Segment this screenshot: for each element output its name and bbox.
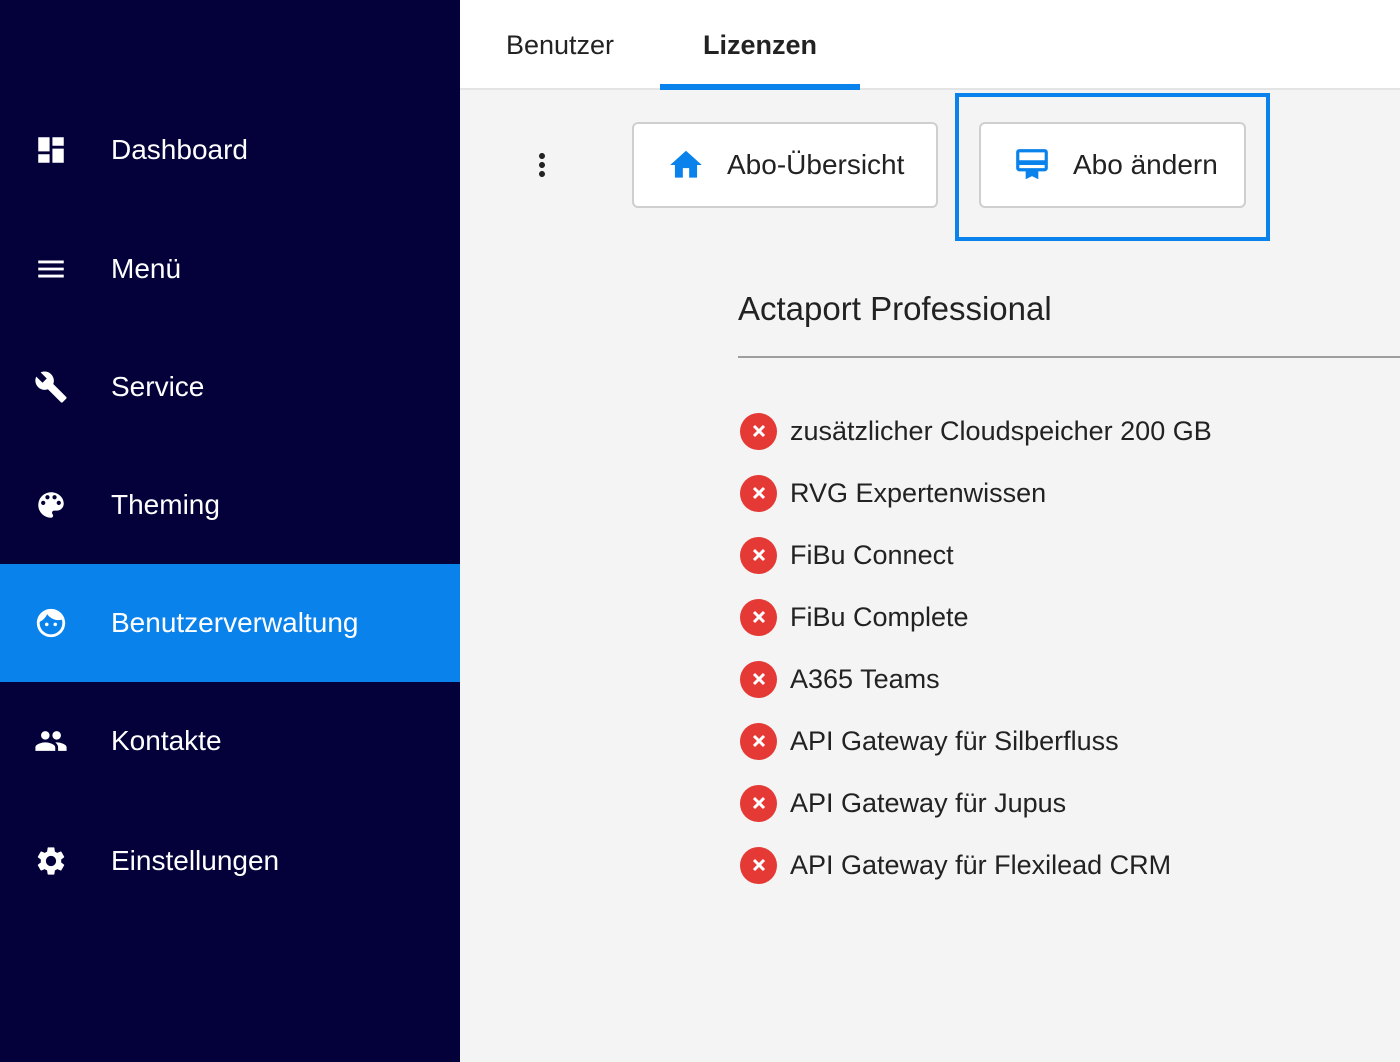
list-item: A365 Teams — [740, 648, 1380, 710]
sidebar-item-label: Kontakte — [111, 725, 222, 756]
sidebar-item-label: Benutzerverwaltung — [111, 607, 359, 638]
feature-label: API Gateway für Jupus — [790, 787, 1067, 818]
list-item: FiBu Connect — [740, 524, 1380, 586]
feature-label: RVG Expertenwissen — [790, 477, 1047, 508]
more-vertical-icon[interactable] — [524, 145, 560, 185]
excluded-icon — [740, 536, 777, 574]
list-item: zusätzlicher Cloudspeicher 200 GB — [740, 400, 1380, 462]
home-icon — [667, 146, 705, 184]
active-tab-indicator — [660, 84, 860, 90]
sidebar-item-theming[interactable]: Theming — [0, 446, 460, 564]
excluded-icon — [740, 474, 777, 512]
wrench-icon — [34, 370, 68, 404]
feature-label: A365 Teams — [790, 663, 940, 694]
sidebar-item-label: Einstellungen — [111, 845, 280, 876]
list-item: API Gateway für Jupus — [740, 772, 1380, 834]
excluded-icon — [740, 722, 777, 760]
menu-icon — [34, 252, 68, 286]
sidebar-item-label: Theming — [111, 489, 220, 520]
tab-bar: Benutzer Lizenzen — [460, 0, 1400, 90]
tab-lizenzen[interactable]: Lizenzen — [660, 0, 860, 90]
list-item: FiBu Complete — [740, 586, 1380, 648]
tab-label: Benutzer — [505, 29, 615, 60]
feature-label: API Gateway für Silberfluss — [790, 725, 1119, 756]
sidebar: Dashboard Menü Service Theming Benutzerv… — [0, 0, 460, 1062]
abo-overview-button[interactable]: Abo-Übersicht — [632, 122, 938, 208]
sidebar-item-service[interactable]: Service — [0, 328, 460, 446]
excluded-icon — [740, 660, 777, 698]
abo-change-button[interactable]: Abo ändern — [979, 122, 1246, 208]
list-item: API Gateway für Flexilead CRM — [740, 834, 1380, 896]
people-icon — [34, 724, 68, 758]
sidebar-item-menu[interactable]: Menü — [0, 210, 460, 328]
divider — [738, 356, 1400, 358]
certificate-icon — [1013, 146, 1051, 184]
sidebar-item-dashboard[interactable]: Dashboard — [0, 91, 460, 209]
user-face-icon — [34, 606, 68, 640]
excluded-icon — [740, 412, 777, 450]
button-label: Abo ändern — [1073, 149, 1218, 180]
sidebar-item-label: Menü — [111, 253, 182, 284]
tab-label: Lizenzen — [702, 29, 817, 60]
feature-label: API Gateway für Flexilead CRM — [790, 849, 1172, 880]
tab-benutzer[interactable]: Benutzer — [460, 0, 660, 90]
dashboard-icon — [34, 133, 68, 167]
sidebar-item-einstellungen[interactable]: Einstellungen — [0, 802, 460, 920]
sidebar-item-label: Dashboard — [111, 134, 248, 165]
palette-icon — [34, 488, 68, 522]
excluded-icon — [740, 598, 777, 636]
list-item: RVG Expertenwissen — [740, 462, 1380, 524]
excluded-icon — [740, 846, 777, 884]
button-label: Abo-Übersicht — [727, 149, 905, 180]
app-window: Dashboard Menü Service Theming Benutzerv… — [0, 0, 1400, 1062]
plan-title: Actaport Professional — [738, 290, 1052, 327]
gear-icon — [34, 844, 68, 878]
feature-label: FiBu Complete — [790, 601, 969, 632]
sidebar-item-benutzerverwaltung[interactable]: Benutzerverwaltung — [0, 564, 460, 682]
sidebar-item-label: Service — [111, 371, 205, 402]
feature-list: zusätzlicher Cloudspeicher 200 GB RVG Ex… — [740, 400, 1380, 896]
feature-label: FiBu Connect — [790, 539, 954, 570]
excluded-icon — [740, 784, 777, 822]
feature-label: zusätzlicher Cloudspeicher 200 GB — [790, 415, 1212, 446]
list-item: API Gateway für Silberfluss — [740, 710, 1380, 772]
sidebar-item-kontakte[interactable]: Kontakte — [0, 682, 460, 800]
